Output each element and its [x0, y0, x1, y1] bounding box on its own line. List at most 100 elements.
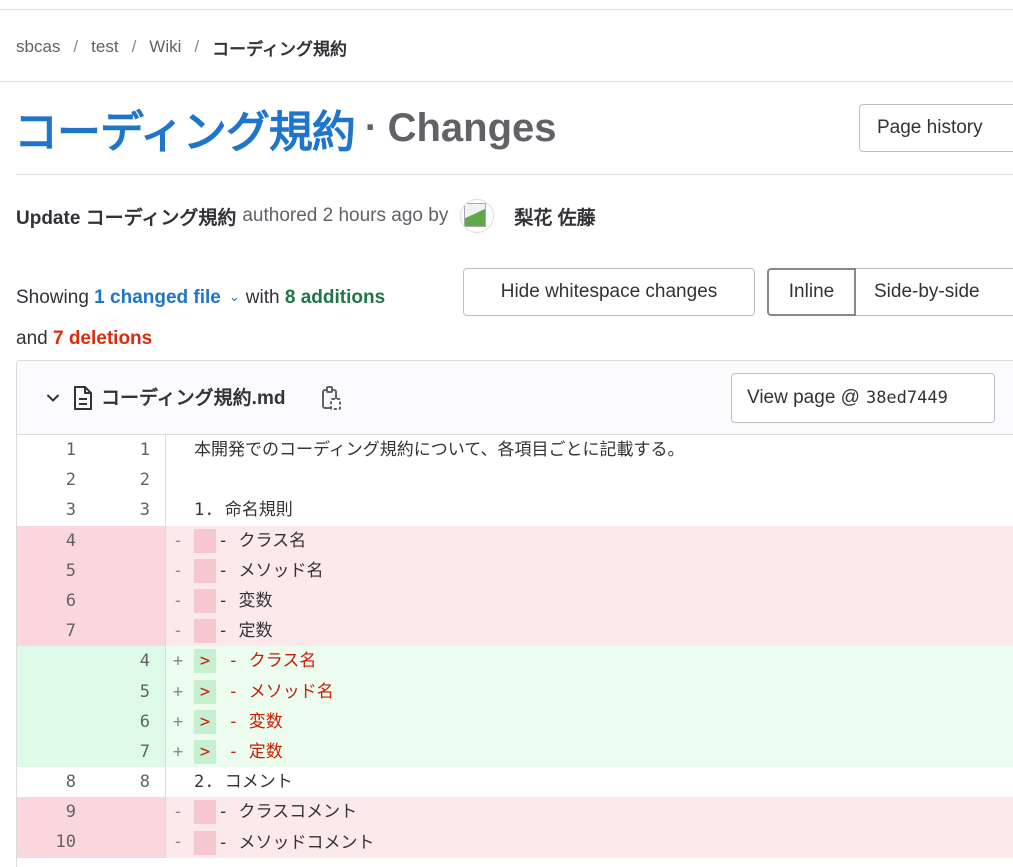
old-line-number[interactable]: 7 — [17, 616, 91, 647]
old-line-number[interactable] — [17, 736, 91, 768]
new-line-number[interactable] — [91, 555, 166, 586]
page-history-button[interactable]: Page history — [859, 104, 1013, 152]
diff-line-add: 5 + > - メソッド名 — [17, 676, 1013, 707]
line-content: > - 定数 — [190, 737, 1013, 767]
line-content — [190, 465, 1013, 495]
new-line-number[interactable]: 4 — [91, 646, 166, 677]
line-text: - クラス名 — [218, 530, 307, 551]
breadcrumb-separator: / — [194, 37, 200, 56]
line-content: 1. 命名規則 — [190, 495, 1013, 525]
old-line-number[interactable]: 2 — [17, 465, 91, 495]
new-line-number[interactable]: 2 — [91, 465, 166, 496]
changed-segment-highlight: > — [194, 739, 216, 764]
hide-whitespace-button[interactable]: Hide whitespace changes — [463, 268, 755, 316]
side-by-side-view-button[interactable]: Side-by-side — [856, 268, 1013, 316]
new-line-number[interactable]: 8 — [91, 767, 166, 798]
line-text: - メソッド名 — [218, 560, 324, 581]
line-text: 2. コメント — [194, 772, 293, 793]
new-line-number[interactable]: 3 — [91, 495, 166, 526]
line-content: - 定数 — [190, 616, 1013, 646]
old-line-number[interactable]: 4 — [17, 525, 91, 556]
diff-file-header: コーディング規約.md View page @38ed7449 — [17, 361, 1013, 435]
breadcrumb-item-current[interactable]: コーディング規約 — [212, 35, 347, 60]
new-line-number[interactable]: 1 — [91, 435, 166, 466]
old-line-number[interactable] — [17, 706, 91, 737]
diff-line-del: 10 - - メソッドコメント — [17, 827, 1013, 858]
avatar-image-icon — [464, 203, 487, 227]
old-line-number[interactable]: 8 — [17, 767, 91, 797]
diff-view-toggle: Inline Side-by-side — [767, 268, 1013, 316]
changed-segment-highlight: > — [194, 679, 216, 704]
diff-marker: + — [172, 711, 184, 732]
new-line-number[interactable]: 7 — [91, 736, 166, 768]
inline-view-button[interactable]: Inline — [767, 268, 856, 316]
old-line-number[interactable]: 1 — [17, 435, 91, 465]
breadcrumb-item-project[interactable]: test — [91, 37, 118, 57]
line-text: 1. 命名規則 — [194, 500, 293, 521]
diff-marker — [166, 435, 190, 465]
diff-marker — [166, 495, 190, 525]
diff-line-add: 4 + > - クラス名 — [17, 646, 1013, 677]
changed-segment-highlight — [194, 619, 216, 644]
new-line-number[interactable] — [91, 585, 166, 617]
old-line-number[interactable]: 5 — [17, 555, 91, 586]
line-text: - メソッドコメント — [218, 832, 375, 853]
changed-segment-highlight: > — [194, 649, 216, 674]
line-text: - クラス名 — [218, 651, 317, 672]
diff-file: コーディング規約.md View page @38ed7449 1 1 本開発でのコ… — [16, 360, 1013, 867]
old-line-number[interactable] — [17, 676, 91, 707]
changed-segment-highlight — [194, 589, 216, 614]
diff-lines: 1 1 本開発でのコーディング規約について、各項目ごとに記載する。 2 2 3 3 1. 命名… — [17, 435, 1013, 858]
file-icon — [74, 386, 92, 410]
line-text: - クラスコメント — [218, 802, 358, 823]
new-line-number[interactable] — [91, 616, 166, 647]
diff-marker: + — [172, 741, 184, 762]
diff-line-del: 7 - - 定数 — [17, 616, 1013, 647]
old-line-number[interactable]: 10 — [17, 827, 91, 858]
line-content: - クラス名 — [190, 526, 1013, 556]
summary-showing: Showing — [16, 287, 89, 308]
new-line-number[interactable]: 6 — [91, 706, 166, 737]
line-text: - 変数 — [218, 711, 283, 732]
diff-line-del: 6 - - 変数 — [17, 585, 1013, 617]
wiki-page-title-link[interactable]: コーディング規約 — [14, 96, 356, 160]
chevron-down-icon[interactable] — [44, 389, 62, 407]
diff-marker: - — [172, 802, 184, 823]
author-name[interactable]: 梨花 佐藤 — [514, 203, 595, 230]
line-text: - 定数 — [218, 741, 283, 762]
old-line-number[interactable] — [17, 646, 91, 677]
title-divider — [16, 174, 1013, 175]
line-content: > - メソッド名 — [190, 677, 1013, 707]
deletions-count: 7 deletions — [52, 328, 153, 349]
new-line-number[interactable]: 5 — [91, 676, 166, 707]
diff-line-del: 9 - - クラスコメント — [17, 797, 1013, 828]
new-line-number[interactable] — [91, 797, 166, 828]
old-line-number[interactable]: 3 — [17, 495, 91, 525]
view-page-label: View page @ — [747, 387, 860, 408]
line-content: > - 変数 — [190, 707, 1013, 737]
line-content: 本開発でのコーディング規約について、各項目ごとに記載する。 — [190, 435, 1013, 465]
diff-summary: Showing 1 changed file ⌄ with 8 additions … — [16, 278, 456, 359]
diff-marker: + — [172, 681, 184, 702]
diff-marker: - — [172, 621, 184, 642]
chevron-down-icon[interactable]: ⌄ — [229, 289, 240, 304]
line-text: - メソッド名 — [218, 681, 334, 702]
old-line-number[interactable]: 9 — [17, 797, 91, 828]
top-border — [0, 9, 1013, 10]
breadcrumb-item-group[interactable]: sbcas — [16, 37, 60, 57]
file-name[interactable]: コーディング規約.md — [101, 383, 285, 410]
view-page-button[interactable]: View page @38ed7449 — [731, 373, 995, 423]
changed-files-dropdown[interactable]: 1 changed file — [94, 287, 221, 308]
diff-line-del: 4 - - クラス名 — [17, 525, 1013, 556]
additions-count: 8 additions — [284, 287, 386, 308]
new-line-number[interactable] — [91, 827, 166, 858]
diff-marker — [166, 465, 190, 495]
breadcrumb-separator: / — [131, 37, 137, 56]
copy-icon[interactable] — [319, 385, 343, 413]
new-line-number[interactable] — [91, 525, 166, 556]
old-line-number[interactable]: 6 — [17, 585, 91, 617]
breadcrumb-divider — [0, 81, 1013, 82]
avatar[interactable] — [460, 199, 495, 233]
line-text: 本開発でのコーディング規約について、各項目ごとに記載する。 — [194, 440, 685, 461]
breadcrumb-item-wiki[interactable]: Wiki — [149, 37, 181, 57]
